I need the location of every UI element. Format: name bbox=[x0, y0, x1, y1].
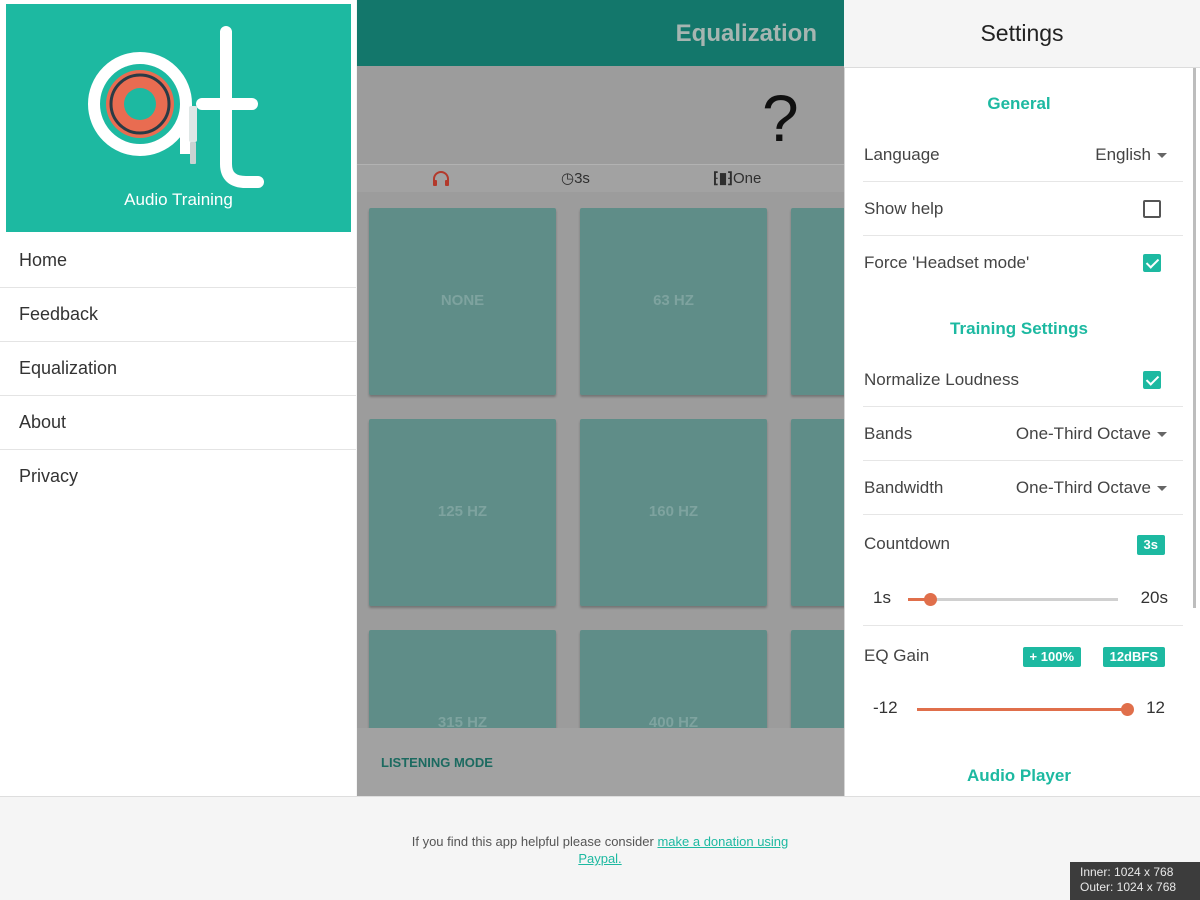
eq-gain-setting: EQ Gain + 100% 12dBFS bbox=[863, 629, 1183, 683]
outer-size-label: Outer: 1024 x 768 bbox=[1080, 880, 1177, 894]
section-training-settings: Training Settings bbox=[950, 319, 1088, 338]
drawer-item-home[interactable]: Home bbox=[0, 234, 356, 288]
countdown-max-label: 20s bbox=[1140, 588, 1168, 607]
eq-gain-slider[interactable]: -12 12 bbox=[863, 682, 1183, 736]
eq-gain-slider-fill bbox=[917, 708, 1127, 711]
bandwidth-select[interactable]: One-Third Octave bbox=[1016, 478, 1167, 498]
eq-gain-slider-track[interactable] bbox=[917, 703, 1134, 716]
headphones-icon[interactable] bbox=[432, 170, 450, 186]
headset-mode-setting[interactable]: Force 'Headset mode' bbox=[863, 236, 1183, 290]
viewport-size-overlay: Inner: 1024 x 768 Outer: 1024 x 768 bbox=[1070, 862, 1200, 900]
normalize-loudness-label: Normalize Loudness bbox=[864, 370, 1019, 389]
bands-select[interactable]: One-Third Octave bbox=[1016, 424, 1167, 444]
bandwidth-setting[interactable]: Bandwidth One-Third Octave bbox=[863, 461, 1183, 515]
band-tile[interactable]: 125 HZ bbox=[369, 419, 556, 606]
app-logo-caption: Audio Training bbox=[124, 190, 233, 209]
bands-value: One-Third Octave bbox=[1015, 424, 1151, 443]
band-tile[interactable]: 160 HZ bbox=[580, 419, 767, 606]
countdown-min-label: 1s bbox=[873, 588, 891, 607]
band-tile[interactable] bbox=[791, 208, 844, 395]
drawer-item-feedback[interactable]: Feedback bbox=[0, 288, 356, 342]
training-tabs: ◷3s ⁅▮⁆One bbox=[357, 164, 844, 192]
countdown-value-badge: 3s bbox=[1136, 535, 1165, 555]
band-tile-label: 125 HZ bbox=[437, 503, 488, 520]
main-content-dimmed: Equalization ? ◷3s ⁅▮⁆One NONE 63 HZ 125… bbox=[357, 0, 844, 796]
band-tile-label: 63 HZ bbox=[653, 292, 694, 309]
footer-text: If you find this app helpful please cons… bbox=[411, 834, 658, 849]
listening-mode-button[interactable]: LISTENING MODE bbox=[381, 755, 493, 770]
equalizer-icon: ⁅▮⁆ bbox=[713, 170, 733, 187]
settings-title: Settings bbox=[980, 20, 1064, 46]
bottom-bar: LISTENING MODE bbox=[357, 728, 844, 796]
tab-mode-label: One bbox=[732, 170, 762, 187]
drawer-item-privacy[interactable]: Privacy bbox=[0, 450, 356, 504]
band-tile[interactable]: NONE bbox=[369, 208, 556, 395]
navigation-drawer: Audio Training Home Feedback Equalizatio… bbox=[0, 0, 356, 796]
normalize-loudness-checkbox[interactable] bbox=[1143, 371, 1161, 389]
eq-gain-label: EQ Gain bbox=[864, 646, 930, 665]
show-help-checkbox[interactable] bbox=[1143, 200, 1161, 218]
footer: If you find this app helpful please cons… bbox=[0, 796, 1200, 900]
bandwidth-label: Bandwidth bbox=[864, 478, 944, 497]
headset-mode-checkbox[interactable] bbox=[1143, 254, 1161, 272]
app-bar: Equalization bbox=[357, 0, 844, 66]
eq-gain-max-label: 12 bbox=[1146, 698, 1165, 717]
dropdown-caret-icon bbox=[1157, 153, 1167, 159]
inner-size-label: Inner: 1024 x 768 bbox=[1080, 865, 1174, 879]
bands-setting[interactable]: Bands One-Third Octave bbox=[863, 407, 1183, 461]
tab-mode[interactable]: ⁅▮⁆One bbox=[713, 169, 761, 187]
countdown-setting: Countdown 3s bbox=[863, 517, 1183, 571]
footer-donation-message: If you find this app helpful please cons… bbox=[400, 833, 800, 867]
settings-panel[interactable]: General Language English Show help Force… bbox=[844, 68, 1200, 796]
question-prompt: ? bbox=[762, 81, 799, 155]
eq-gain-min-label: -12 bbox=[873, 698, 898, 717]
language-setting[interactable]: Language English bbox=[863, 128, 1183, 182]
eq-gain-percent-badge: + 100% bbox=[1022, 647, 1081, 667]
drawer-menu: Home Feedback Equalization About Privacy bbox=[0, 234, 356, 504]
drawer-item-about[interactable]: About bbox=[0, 396, 356, 450]
countdown-slider[interactable]: 1s 20s bbox=[863, 572, 1183, 626]
language-select[interactable]: English bbox=[1095, 145, 1167, 165]
normalize-loudness-setting[interactable]: Normalize Loudness bbox=[863, 353, 1183, 407]
band-tile-label: 160 HZ bbox=[648, 503, 699, 520]
show-help-label: Show help bbox=[864, 199, 944, 218]
language-label: Language bbox=[864, 145, 940, 164]
eq-gain-dbfs-badge: 12dBFS bbox=[1102, 647, 1165, 667]
band-tile-label: NONE bbox=[440, 292, 485, 309]
section-general: General bbox=[987, 94, 1051, 113]
app-logo-panel: Audio Training bbox=[6, 4, 351, 232]
bands-label: Bands bbox=[864, 424, 913, 443]
countdown-label: Countdown bbox=[864, 534, 951, 553]
eq-gain-slider-thumb[interactable] bbox=[1121, 703, 1134, 716]
settings-scrollbar[interactable] bbox=[1193, 68, 1196, 608]
timer-icon: ◷ bbox=[561, 170, 575, 187]
show-help-setting[interactable]: Show help bbox=[863, 182, 1183, 236]
page-title: Equalization bbox=[675, 20, 817, 47]
band-tile[interactable] bbox=[791, 419, 844, 606]
dropdown-caret-icon bbox=[1157, 486, 1167, 492]
drawer-item-equalization[interactable]: Equalization bbox=[0, 342, 356, 396]
settings-header: Settings bbox=[844, 0, 1200, 68]
tab-timer[interactable]: ◷3s bbox=[561, 169, 590, 187]
countdown-slider-track[interactable] bbox=[908, 593, 1118, 606]
bandwidth-value: One-Third Octave bbox=[1015, 478, 1151, 497]
tab-timer-label: 3s bbox=[574, 170, 590, 187]
band-tile[interactable]: 63 HZ bbox=[580, 208, 767, 395]
countdown-slider-thumb[interactable] bbox=[924, 593, 938, 606]
dropdown-caret-icon bbox=[1157, 432, 1167, 438]
language-value: English bbox=[1095, 145, 1151, 164]
headset-mode-label: Force 'Headset mode' bbox=[864, 253, 1030, 272]
section-audio-player: Audio Player bbox=[967, 766, 1071, 785]
